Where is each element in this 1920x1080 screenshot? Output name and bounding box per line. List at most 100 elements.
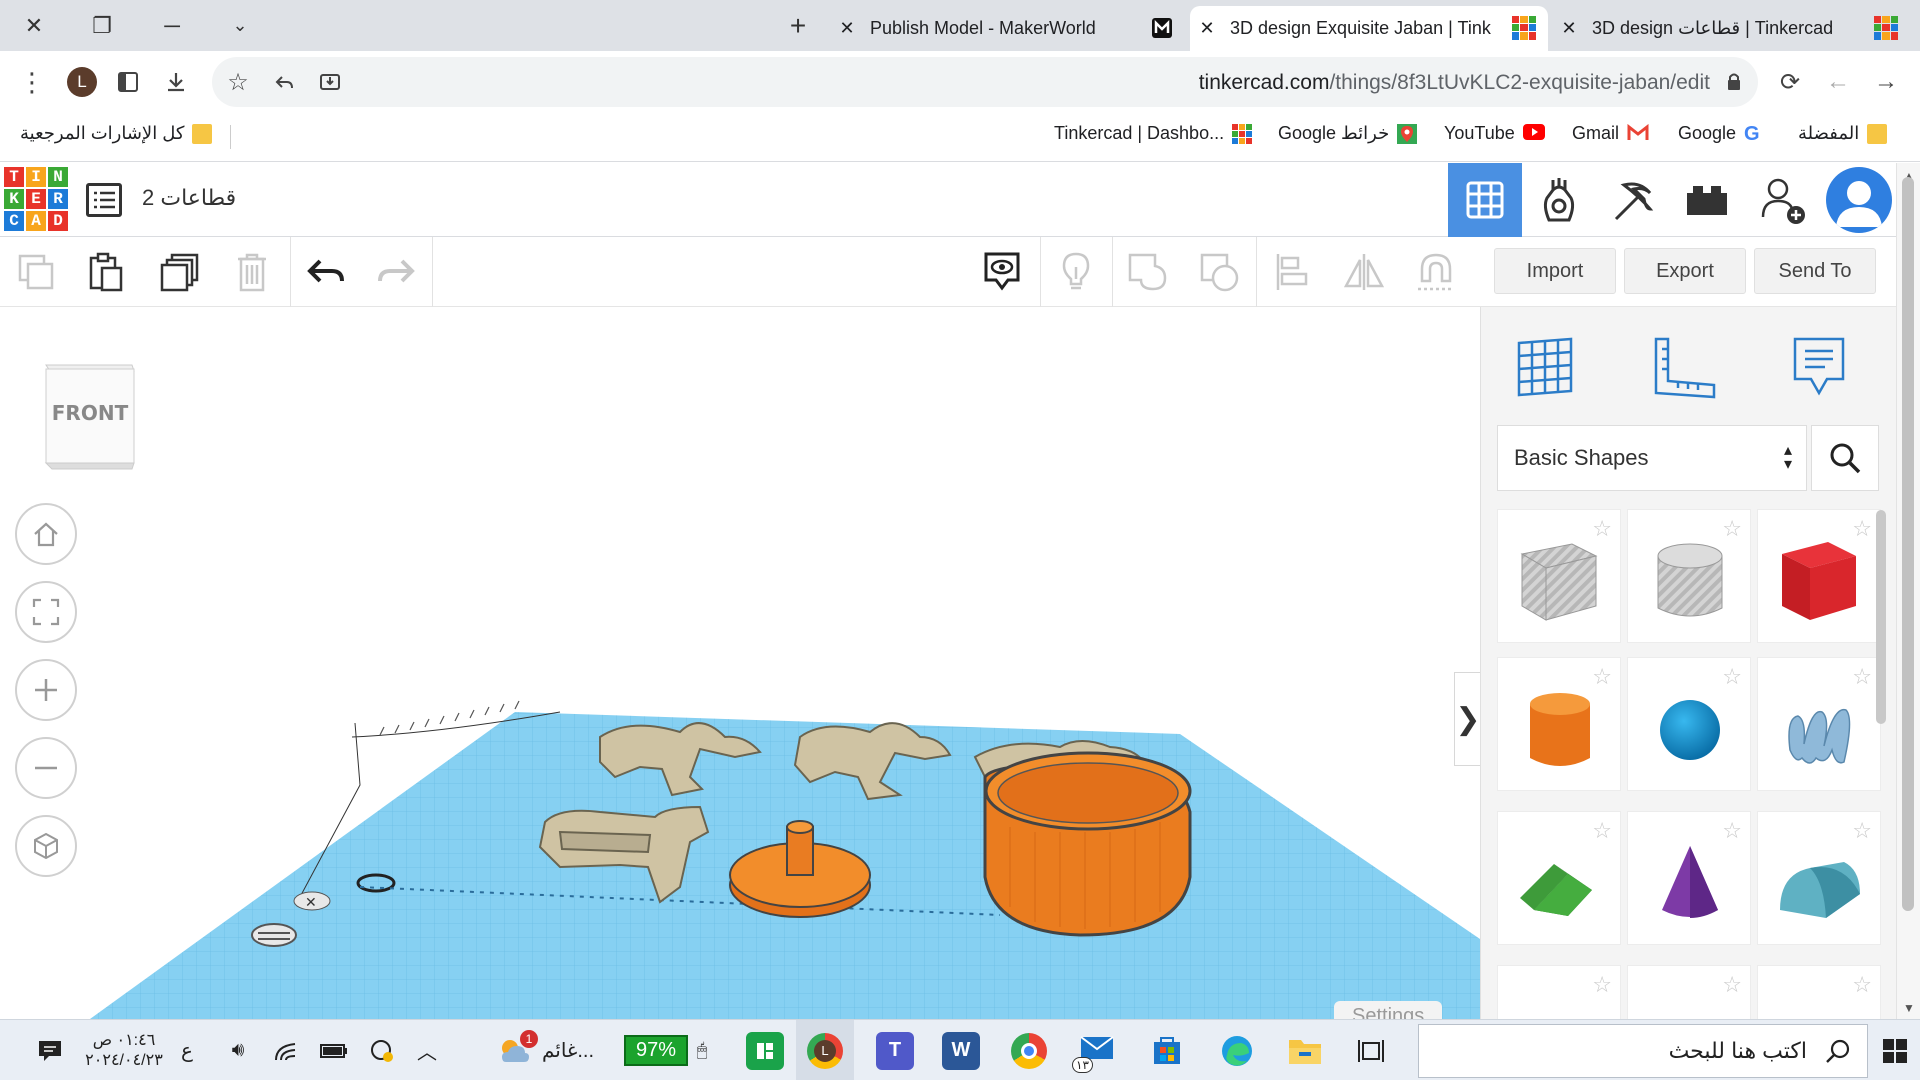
shape-library-select[interactable]: Basic Shapes ▴ ▾ [1497, 425, 1807, 491]
chrome-profile-icon[interactable]: L [796, 1020, 854, 1080]
shape-roof[interactable]: ☆ [1497, 811, 1621, 945]
file-explorer-icon[interactable] [1276, 1020, 1334, 1080]
shape-round-roof[interactable]: ☆ [1757, 811, 1881, 945]
import-button[interactable]: Import [1494, 248, 1616, 294]
paste-button[interactable] [70, 237, 142, 307]
snap-grid-handle[interactable] [251, 923, 297, 947]
reload-icon[interactable]: ⟳ [1770, 51, 1810, 113]
download-icon[interactable] [156, 51, 196, 113]
group-button[interactable] [1112, 237, 1184, 307]
store-icon[interactable] [1138, 1020, 1196, 1080]
pickaxe-icon[interactable] [1596, 163, 1670, 237]
workplane-scene[interactable]: ✕ [0, 307, 1480, 1019]
workplane-viewport[interactable]: ✕ FRONT Settings ❯ [0, 307, 1480, 1019]
tab-search-button[interactable]: ⌄ [212, 0, 268, 51]
lightbulb-icon[interactable] [1040, 237, 1112, 307]
notes-icon[interactable] [1779, 327, 1859, 407]
settings-button[interactable]: Settings [1334, 1001, 1443, 1019]
scroll-down-icon[interactable]: ▼ [1903, 1001, 1915, 1015]
perspective-toggle-button[interactable] [15, 815, 77, 877]
scroll-thumb[interactable] [1902, 177, 1914, 911]
volume-icon[interactable]: 🔊︎ [218, 1020, 258, 1080]
battery-icon[interactable] [314, 1020, 354, 1080]
teams-icon[interactable]: T [866, 1020, 924, 1080]
shape-pyramid[interactable]: ☆ [1757, 965, 1881, 1019]
align-button[interactable] [1256, 237, 1328, 307]
notifications-icon[interactable] [30, 1020, 70, 1080]
forward-icon[interactable]: ← [1818, 51, 1858, 113]
bookmark-google-maps[interactable]: Google خرائط [1278, 123, 1425, 144]
shape-sphere[interactable]: ☆ [1627, 657, 1751, 791]
edge-icon[interactable] [1208, 1020, 1266, 1080]
weather-widget[interactable]: 1 غائم... [476, 1020, 616, 1080]
shape-text[interactable]: ☆ [1497, 965, 1621, 1019]
profile-button[interactable]: L [62, 51, 102, 113]
cruise-magnet-icon[interactable] [1400, 237, 1472, 307]
tab-qitaat[interactable]: ✕ 3D design قطاعات | Tinkercad [1552, 6, 1910, 51]
workplane-icon[interactable] [1505, 327, 1585, 407]
window-restore-button[interactable]: ❐ [74, 0, 130, 51]
duplicate-button[interactable] [144, 237, 216, 307]
bookmark-youtube[interactable]: YouTube [1444, 123, 1551, 144]
ruler-icon[interactable] [1645, 327, 1725, 407]
bookmark-tinkercad[interactable]: Tinkercad | Dashbo... [1054, 123, 1260, 144]
lock-icon[interactable] [1714, 51, 1754, 113]
address-bar[interactable]: ☆ tinkercad.com/things/8f3LtUvKLC2-exqui… [212, 57, 1758, 107]
shape-cone[interactable]: ☆ [1627, 811, 1751, 945]
zoom-in-button[interactable] [15, 659, 77, 721]
collapse-panel-button[interactable]: ❯ [1454, 672, 1480, 766]
fit-view-button[interactable] [15, 581, 77, 643]
delete-button[interactable] [216, 237, 288, 307]
shape-scribble[interactable]: ☆ [1757, 657, 1881, 791]
shape-cylinder[interactable]: ☆ [1497, 657, 1621, 791]
show-hidden-icons[interactable]: ︿ [412, 1020, 442, 1080]
bookmark-star-icon[interactable]: ☆ [218, 51, 258, 113]
bookmark-favorites[interactable]: المفضلة [1798, 123, 1895, 144]
ungroup-button[interactable] [1184, 237, 1256, 307]
all-bookmarks-button[interactable]: كل الإشارات المرجعية [20, 123, 220, 144]
add-user-icon[interactable] [1746, 163, 1820, 237]
search-shapes-button[interactable] [1811, 425, 1879, 491]
tinkercad-logo[interactable]: T I N K E R C A D [4, 167, 68, 231]
task-view-icon[interactable] [1346, 1020, 1396, 1080]
export-button[interactable]: Export [1624, 248, 1746, 294]
install-app-icon[interactable] [310, 51, 350, 113]
close-icon[interactable]: ✕ [1552, 18, 1586, 39]
window-close-button[interactable]: ✕ [6, 0, 62, 51]
share-icon[interactable] [264, 51, 304, 113]
shape-box[interactable]: ☆ [1757, 509, 1881, 643]
wifi-icon[interactable] [266, 1020, 306, 1080]
zoom-out-button[interactable] [15, 737, 77, 799]
lego-brick-icon[interactable] [1670, 163, 1744, 237]
new-tab-button[interactable]: + [778, 10, 818, 42]
word-icon[interactable]: W [932, 1020, 990, 1080]
side-panel-icon[interactable] [108, 51, 148, 113]
clock[interactable]: ٠١:٤٦ ص ٢٠٢٤/٠٤/٢٣ [84, 1020, 164, 1080]
close-icon[interactable]: ✕ [830, 18, 864, 39]
notes-visibility-button[interactable] [966, 237, 1038, 307]
redo-button[interactable] [360, 237, 432, 307]
design-title[interactable]: قطاعات 2 [142, 185, 236, 211]
panel-scrollbar-thumb[interactable] [1876, 510, 1886, 724]
orange-cup[interactable] [983, 751, 1192, 937]
shape-torus[interactable]: ☆ [1627, 965, 1751, 1019]
view-cube[interactable]: FRONT [42, 359, 138, 471]
green-app-icon[interactable] [736, 1020, 794, 1080]
tab-makerworld[interactable]: ✕ Publish Model - MakerWorld [830, 6, 1186, 51]
send-to-button[interactable]: Send To [1754, 248, 1876, 294]
favorite-star-icon[interactable]: ☆ [1722, 972, 1742, 998]
mirror-button[interactable] [1328, 237, 1400, 307]
design-list-icon[interactable] [86, 183, 122, 217]
start-button[interactable] [1870, 1020, 1920, 1080]
circuits-button[interactable] [1522, 163, 1596, 237]
bookmark-gmail[interactable]: Gmail [1572, 123, 1655, 144]
undo-button[interactable] [290, 237, 362, 307]
security-icon[interactable] [362, 1020, 402, 1080]
chrome-icon[interactable] [1000, 1020, 1058, 1080]
taskbar-search-input[interactable]: اكتب هنا للبحث [1418, 1024, 1868, 1078]
window-minimize-button[interactable]: ─ [144, 0, 200, 51]
page-scrollbar[interactable]: ▲ ▼ [1896, 163, 1920, 1019]
back-icon[interactable]: → [1866, 51, 1906, 113]
user-avatar-button[interactable] [1822, 163, 1896, 237]
home-view-button[interactable] [15, 503, 77, 565]
